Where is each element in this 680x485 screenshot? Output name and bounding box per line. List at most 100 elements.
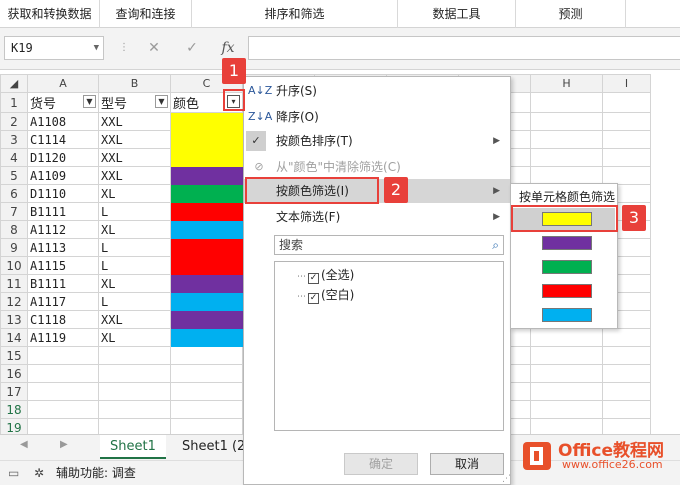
cell[interactable]: [602, 382, 651, 401]
cell[interactable]: [98, 400, 171, 419]
ribbon-group-get-transform[interactable]: 获取和转换数据: [0, 0, 100, 28]
cell[interactable]: [602, 112, 651, 131]
color-swatch[interactable]: [542, 260, 592, 274]
cell-color[interactable]: [170, 310, 243, 329]
cell-color[interactable]: [170, 202, 243, 221]
row-header[interactable]: 1: [0, 92, 28, 113]
ribbon-group-queries[interactable]: 查询和连接: [100, 0, 192, 28]
name-box[interactable]: K19 ▼: [4, 36, 104, 60]
cell[interactable]: [602, 130, 651, 149]
cell-model[interactable]: XL: [98, 274, 171, 293]
cell-color[interactable]: [170, 130, 243, 149]
cell-item-no[interactable]: A1109: [27, 166, 99, 185]
cell-model[interactable]: L: [98, 292, 171, 311]
cell-model[interactable]: XXL: [98, 310, 171, 329]
cell[interactable]: [530, 130, 603, 149]
cell-model[interactable]: XL: [98, 220, 171, 239]
cell[interactable]: [602, 328, 651, 347]
cell[interactable]: [530, 382, 603, 401]
cell[interactable]: [170, 400, 243, 419]
cell-model[interactable]: XXL: [98, 130, 171, 149]
cell[interactable]: [170, 364, 243, 383]
cell[interactable]: [530, 166, 603, 185]
color-swatch[interactable]: [542, 308, 592, 322]
cell[interactable]: [530, 400, 603, 419]
cell-item-no[interactable]: C1114: [27, 130, 99, 149]
formula-input[interactable]: [248, 36, 680, 60]
row-header[interactable]: 2: [0, 112, 28, 131]
select-all-corner[interactable]: ◢: [0, 74, 28, 93]
color-swatch[interactable]: [542, 236, 592, 250]
enter-icon[interactable]: ✓: [180, 36, 204, 60]
row-header[interactable]: 14: [0, 328, 28, 347]
row-header[interactable]: 15: [0, 346, 28, 365]
cell[interactable]: [530, 346, 603, 365]
cell-model[interactable]: L: [98, 238, 171, 257]
cell[interactable]: [530, 148, 603, 167]
cell-item-no[interactable]: B1111: [27, 202, 99, 221]
checkbox-select-all[interactable]: ⋯ ✓ (全选): [297, 266, 354, 284]
cell[interactable]: [27, 346, 99, 365]
row-header[interactable]: 6: [0, 184, 28, 203]
row-header[interactable]: 8: [0, 220, 28, 239]
cell-color[interactable]: [170, 220, 243, 239]
cell[interactable]: [530, 112, 603, 131]
row-header[interactable]: 16: [0, 364, 28, 383]
cell[interactable]: [602, 400, 651, 419]
cell-color[interactable]: [170, 292, 243, 311]
cell-item-no[interactable]: D1110: [27, 184, 99, 203]
cancel-button[interactable]: 取消: [430, 453, 504, 475]
row-header[interactable]: 13: [0, 310, 28, 329]
checkbox-blank[interactable]: ⋯ ✓ (空白): [297, 286, 354, 304]
cell-item-no[interactable]: A1117: [27, 292, 99, 311]
cell-model[interactable]: XXL: [98, 148, 171, 167]
cell[interactable]: [602, 166, 651, 185]
header-cell-model[interactable]: 型号 ▼: [98, 92, 171, 113]
cell[interactable]: [27, 364, 99, 383]
row-header[interactable]: 11: [0, 274, 28, 293]
filter-dropdown-icon[interactable]: ▼: [155, 95, 168, 108]
cell-item-no[interactable]: A1115: [27, 256, 99, 275]
cell-model[interactable]: XL: [98, 328, 171, 347]
column-header[interactable]: B: [98, 74, 171, 93]
cell[interactable]: [530, 328, 603, 347]
cell[interactable]: [27, 382, 99, 401]
cell-item-no[interactable]: A1119: [27, 328, 99, 347]
row-header[interactable]: 4: [0, 148, 28, 167]
row-header[interactable]: 5: [0, 166, 28, 185]
cell-color[interactable]: [170, 148, 243, 167]
menu-item-text-filter[interactable]: 文本筛选(F) ▶: [244, 205, 510, 229]
cell-item-no[interactable]: A1108: [27, 112, 99, 131]
cell-color[interactable]: [170, 238, 243, 257]
column-header[interactable]: A: [27, 74, 99, 93]
cell[interactable]: [27, 400, 99, 419]
search-input[interactable]: 搜索 ⌕: [274, 235, 504, 255]
menu-item-sort-asc[interactable]: A↓Z 升序(S): [244, 79, 510, 103]
row-header[interactable]: 10: [0, 256, 28, 275]
cancel-icon[interactable]: ✕: [142, 36, 166, 60]
cell-color[interactable]: [170, 166, 243, 185]
row-header[interactable]: 7: [0, 202, 28, 221]
cell[interactable]: [602, 92, 651, 113]
row-header[interactable]: 12: [0, 292, 28, 311]
cell[interactable]: [530, 364, 603, 383]
chevron-down-icon[interactable]: ▼: [94, 37, 99, 59]
cell-model[interactable]: L: [98, 202, 171, 221]
header-cell-item-no[interactable]: 货号 ▼: [27, 92, 99, 113]
cell-model[interactable]: XXL: [98, 112, 171, 131]
cell[interactable]: [170, 382, 243, 401]
cell[interactable]: [170, 346, 243, 365]
cell-item-no[interactable]: A1113: [27, 238, 99, 257]
resize-grip-icon[interactable]: ⋰: [502, 474, 511, 484]
cell-item-no[interactable]: D1120: [27, 148, 99, 167]
filter-dropdown-icon[interactable]: ▼: [83, 95, 96, 108]
ribbon-group-data-tools[interactable]: 数据工具: [398, 0, 516, 28]
cell-color[interactable]: [170, 256, 243, 275]
cell[interactable]: [98, 364, 171, 383]
ribbon-group-forecast[interactable]: 预测: [516, 0, 626, 28]
cell-model[interactable]: L: [98, 256, 171, 275]
cell[interactable]: [602, 364, 651, 383]
tab-scroll-left-icon[interactable]: ◀: [20, 439, 28, 450]
row-header[interactable]: 9: [0, 238, 28, 257]
menu-item-sort-desc[interactable]: Z↓A 降序(O): [244, 105, 510, 129]
